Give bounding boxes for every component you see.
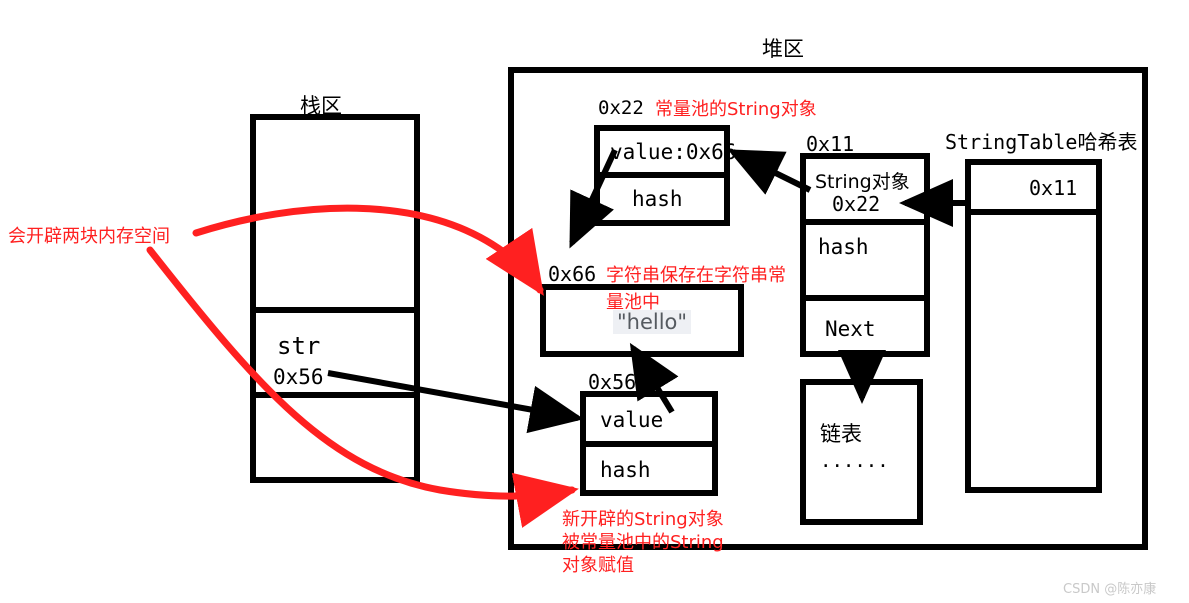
linked-list-label: 链表 <box>820 422 862 446</box>
linked-list-dots: ...... <box>820 450 889 472</box>
stack-area-box <box>250 114 420 483</box>
red-curve-to-new-object <box>146 246 579 528</box>
pool-object-address: 0x22 <box>598 97 644 119</box>
literal-address: 0x66 <box>548 262 597 286</box>
pool-object-field-hash: hash <box>632 187 683 211</box>
stack-area-title: 栈区 <box>300 94 342 118</box>
string-table-slot: 0x11 <box>1029 176 1078 200</box>
left-annotation: 会开辟两块内存空间 <box>8 226 170 247</box>
table-entry-field-ref: 0x22 <box>832 192 881 216</box>
table-entry-field-object: String对象 <box>815 171 910 193</box>
heap-area-title: 堆区 <box>762 37 804 61</box>
literal-value: "hello" <box>613 310 692 334</box>
watermark: CSDN @陈亦康 <box>1063 582 1157 597</box>
pool-object-note: 常量池的String对象 <box>655 99 817 120</box>
table-entry-address: 0x11 <box>806 132 855 156</box>
string-table-title: StringTable哈希表 <box>945 130 1138 154</box>
arrow-pool-value-to-literal <box>569 148 618 249</box>
literal-value-wrap: "hello" <box>613 310 692 334</box>
bottom-annotation-line3: 对象赋值 <box>562 555 634 576</box>
stack-var-name: str <box>277 332 321 360</box>
pool-object-field-value: value:0x66 <box>610 140 737 164</box>
arrow-entry-to-pool-object <box>727 149 812 195</box>
arrow-new-value-to-literal <box>629 342 679 414</box>
string-table-box <box>965 159 1102 493</box>
new-object-field-value: value <box>600 408 664 432</box>
stack-var-value: 0x56 <box>273 365 324 389</box>
table-entry-field-hash: hash <box>818 235 869 259</box>
literal-note-line1: 字符串保存在字符串常 <box>606 265 786 286</box>
red-curve-to-literal <box>192 204 544 296</box>
arrow-str-to-new-object <box>327 370 584 434</box>
table-entry-field-next: Next <box>825 317 876 341</box>
diagram-canvas: 栈区 str 0x56 堆区 0x22 常量池的String对象 value:0… <box>0 0 1189 603</box>
new-object-address: 0x56 <box>588 370 637 394</box>
new-object-field-hash: hash <box>600 458 651 482</box>
